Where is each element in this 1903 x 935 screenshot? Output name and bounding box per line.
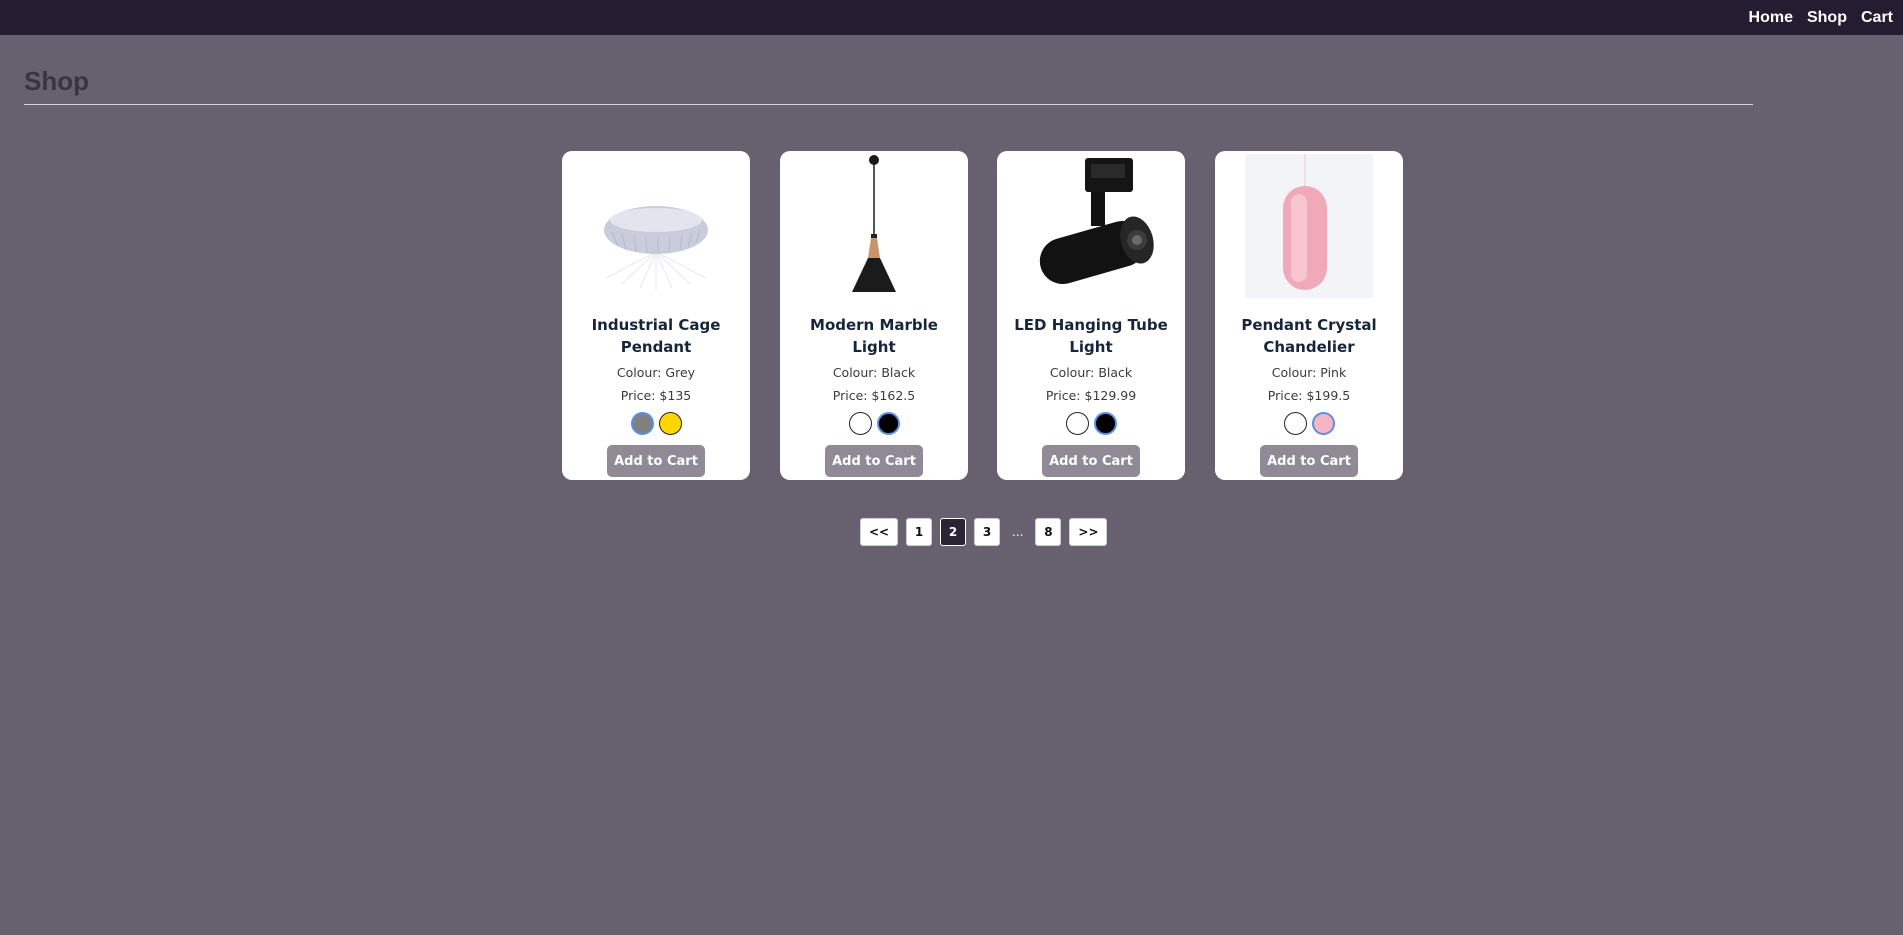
colour-swatches	[1065, 412, 1117, 435]
product-name: Pendant Crystal Chandelier	[1241, 316, 1377, 356]
nav-links: Home Shop Cart	[1749, 0, 1893, 35]
swatch-pink[interactable]	[1311, 412, 1335, 435]
swatch-white[interactable]	[1283, 412, 1307, 435]
add-to-cart-button[interactable]: Add to Cart	[1042, 445, 1140, 477]
colour-swatches	[630, 412, 682, 435]
product-name: LED Hanging Tube Light	[1014, 316, 1168, 356]
product-card: LED Hanging Tube Light Colour: Black Pri…	[997, 151, 1185, 480]
nav-shop-link[interactable]: Shop	[1807, 9, 1847, 27]
page-last-button[interactable]: 8	[1035, 518, 1062, 546]
product-price: Price: $129.99	[1045, 388, 1137, 403]
product-colour: Colour: Black	[1049, 365, 1133, 380]
swatch-white[interactable]	[1065, 412, 1089, 435]
product-card: Pendant Crystal Chandelier Colour: Pink …	[1215, 151, 1403, 480]
title-divider	[24, 104, 1753, 105]
swatch-grey[interactable]	[630, 412, 654, 435]
add-to-cart-button[interactable]: Add to Cart	[1260, 445, 1358, 477]
product-image[interactable]	[1027, 154, 1155, 298]
colour-swatches	[848, 412, 900, 435]
product-colour: Colour: Grey	[616, 365, 696, 380]
page-prev-button[interactable]: <<	[860, 518, 898, 546]
product-colour: Colour: Pink	[1271, 365, 1347, 380]
page-2-button[interactable]: 2	[940, 518, 966, 546]
nav-home-link[interactable]: Home	[1749, 9, 1793, 27]
product-card: Modern Marble Light Colour: Black Price:…	[780, 151, 968, 480]
product-card: Industrial Cage Pendant Colour: Grey Pri…	[562, 151, 750, 480]
product-name: Industrial Cage Pendant	[591, 316, 721, 356]
product-price: Price: $162.5	[832, 388, 916, 403]
pagination: << 1 2 3 ... 8 >>	[860, 518, 1115, 546]
add-to-cart-button[interactable]: Add to Cart	[607, 445, 705, 477]
product-price: Price: $135	[620, 388, 692, 403]
swatch-yellow[interactable]	[658, 412, 682, 435]
product-name: Modern Marble Light	[810, 316, 938, 356]
page-3-button[interactable]: 3	[974, 518, 1000, 546]
swatch-black[interactable]	[1093, 412, 1117, 435]
page-ellipsis: ...	[1012, 525, 1024, 539]
product-image[interactable]	[1245, 154, 1373, 298]
product-image[interactable]	[810, 154, 938, 298]
product-colour: Colour: Black	[832, 365, 916, 380]
nav-cart-link[interactable]: Cart	[1861, 9, 1893, 27]
product-price: Price: $199.5	[1267, 388, 1351, 403]
page-1-button[interactable]: 1	[906, 518, 932, 546]
product-image[interactable]	[592, 154, 720, 298]
page-title: Shop	[24, 66, 89, 96]
page-next-button[interactable]: >>	[1069, 518, 1108, 546]
add-to-cart-button[interactable]: Add to Cart	[825, 445, 923, 477]
swatch-white[interactable]	[848, 412, 872, 435]
swatch-black[interactable]	[876, 412, 900, 435]
top-navbar: Home Shop Cart	[0, 0, 1903, 35]
colour-swatches	[1283, 412, 1335, 435]
